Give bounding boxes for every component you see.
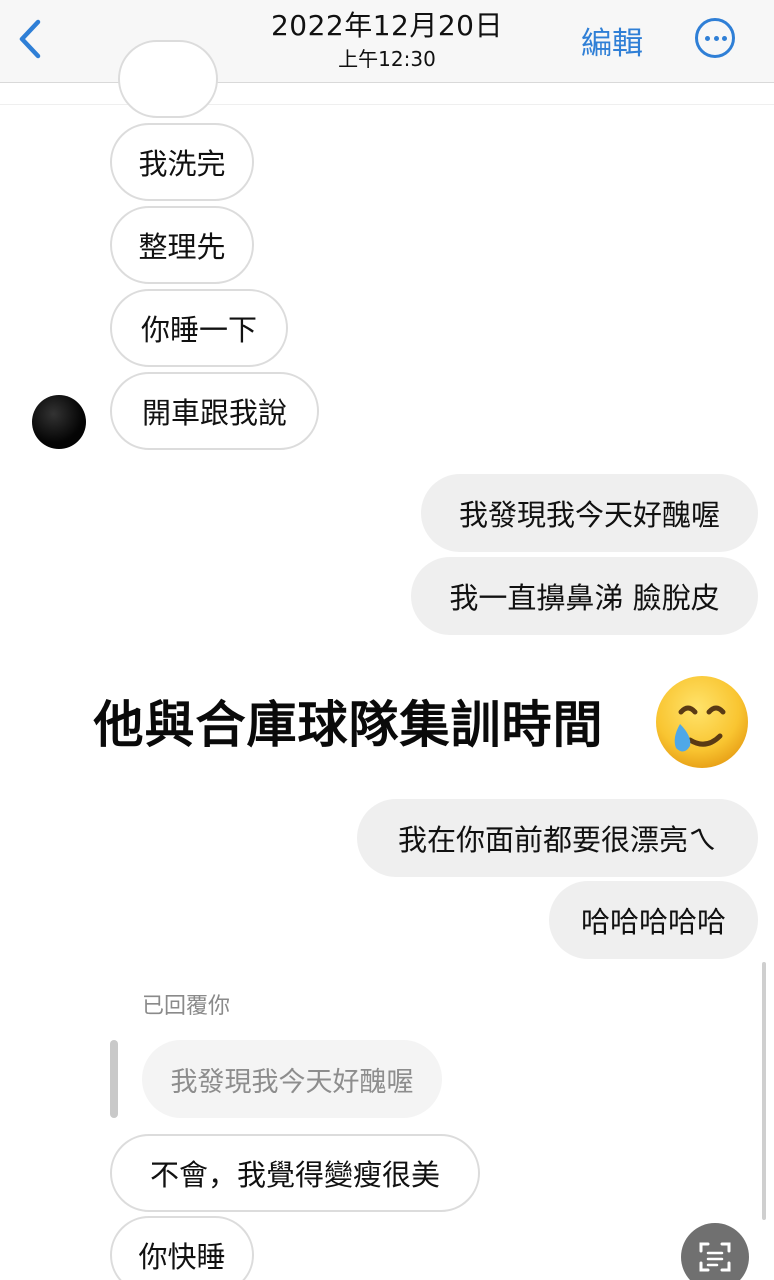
received-message[interactable]: 不會，我覺得變瘦很美 (110, 1134, 480, 1212)
sent-message[interactable]: 哈哈哈哈哈 (549, 881, 758, 959)
avatar[interactable] (32, 395, 86, 449)
received-message[interactable]: 整理先 (110, 206, 254, 284)
received-message[interactable]: 我洗完 (110, 123, 254, 201)
quoted-message[interactable]: 我發現我今天好醜喔 (142, 1040, 442, 1118)
chat-screen: 2022年12月20日 上午12:30 編輯 我洗完 整理先 你睡一下 開車跟我… (0, 0, 774, 1280)
smiling-face-with-tear-emoji (656, 676, 748, 768)
text-scan-icon (699, 1242, 731, 1272)
conversation-time: 上午12:30 (338, 47, 436, 71)
reply-label: 已回覆你 (142, 994, 231, 1019)
scan-text-button[interactable] (681, 1223, 749, 1280)
scrollbar[interactable] (762, 962, 766, 1220)
sent-message[interactable]: 我在你面前都要很漂亮ㄟ (357, 799, 758, 877)
received-message[interactable]: 你睡一下 (110, 289, 288, 367)
conversation-date: 2022年12月20日 (270, 9, 504, 42)
sent-message[interactable]: 我一直擤鼻涕 臉脫皮 (411, 557, 758, 635)
received-message[interactable]: 你快睡 (110, 1216, 254, 1280)
reply-indicator-bar (110, 1040, 118, 1118)
caption-overlay: 他與合庫球隊集訓時間 (52, 682, 645, 760)
message-bubble-partial (118, 40, 218, 118)
more-options-button[interactable] (695, 18, 735, 58)
received-message[interactable]: 開車跟我說 (110, 372, 319, 450)
sent-message[interactable]: 我發現我今天好醜喔 (421, 474, 758, 552)
nav-header: 2022年12月20日 上午12:30 編輯 (0, 0, 774, 83)
divider (0, 104, 774, 105)
edit-button[interactable]: 編輯 (581, 18, 643, 63)
